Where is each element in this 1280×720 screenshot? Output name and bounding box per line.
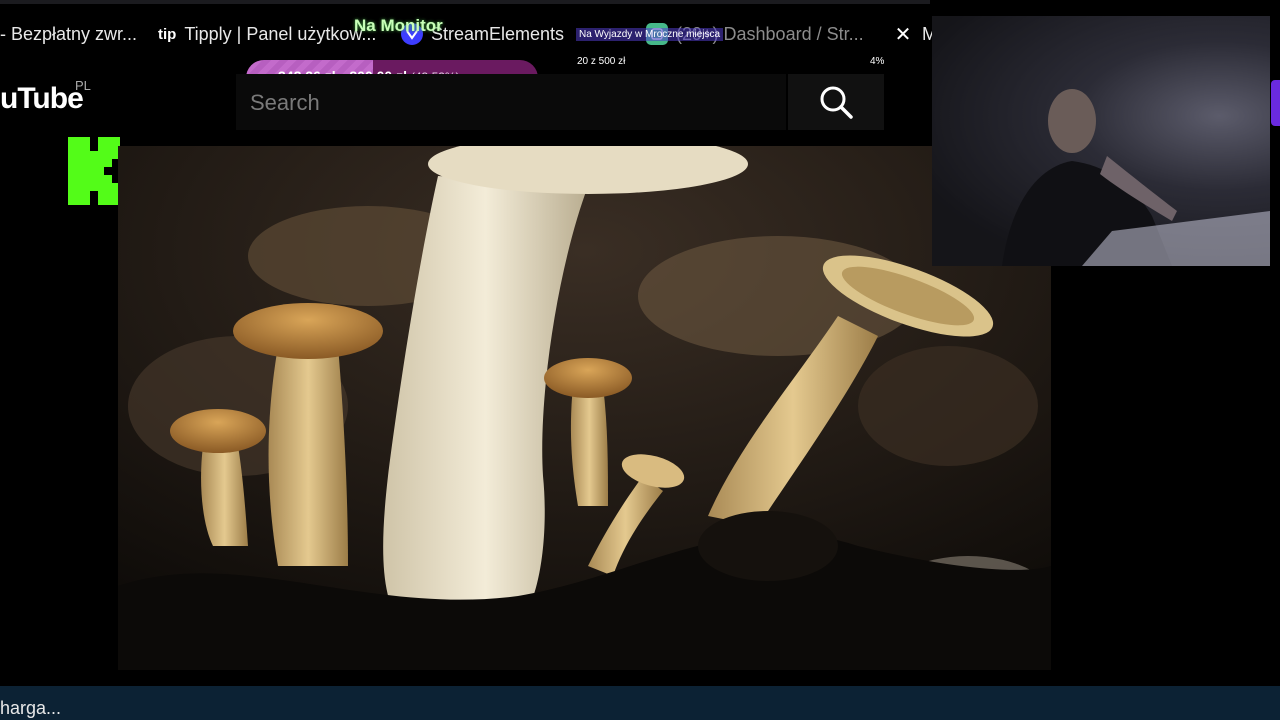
tipply-icon: tip [158, 23, 177, 45]
goal-count-percent: 4% [870, 56, 885, 67]
edge-accent [1271, 80, 1280, 126]
bottom-bar-text: harga... [0, 698, 62, 718]
goal-count: 20 z 500 zł [577, 56, 626, 67]
x-icon: ✕ [894, 23, 912, 46]
bookmark-tipply[interactable]: tip Tipply | Panel użytkow... [158, 20, 376, 48]
webcam-feed [932, 16, 1270, 266]
search-input[interactable] [248, 84, 772, 122]
bookmark-label: - Bezpłatny zwr... [0, 23, 138, 44]
search-button[interactable] [788, 74, 884, 130]
video-player[interactable] [118, 146, 1051, 670]
goal-title: Na Wyjazdy w Mroczne miejsca [576, 28, 724, 41]
bottom-bar: harga... [0, 686, 1280, 720]
window-top-border [0, 0, 930, 4]
bookmark-label: Tipply | Panel użytkow... [184, 23, 377, 44]
webcam-frame [932, 16, 1270, 266]
bookmark-bezplatny[interactable]: - Bezpłatny zwr... [0, 20, 137, 48]
bookmark-label: StreamElements [431, 23, 565, 44]
video-frame [118, 146, 1051, 670]
youtube-logo[interactable]: uTube [0, 82, 84, 116]
bookmark-x[interactable]: ✕ M [892, 20, 937, 48]
search-icon [820, 86, 853, 119]
search-box[interactable] [236, 74, 786, 130]
youtube-region: PL [75, 78, 91, 93]
monitor-label: Na Monitor [354, 16, 443, 35]
